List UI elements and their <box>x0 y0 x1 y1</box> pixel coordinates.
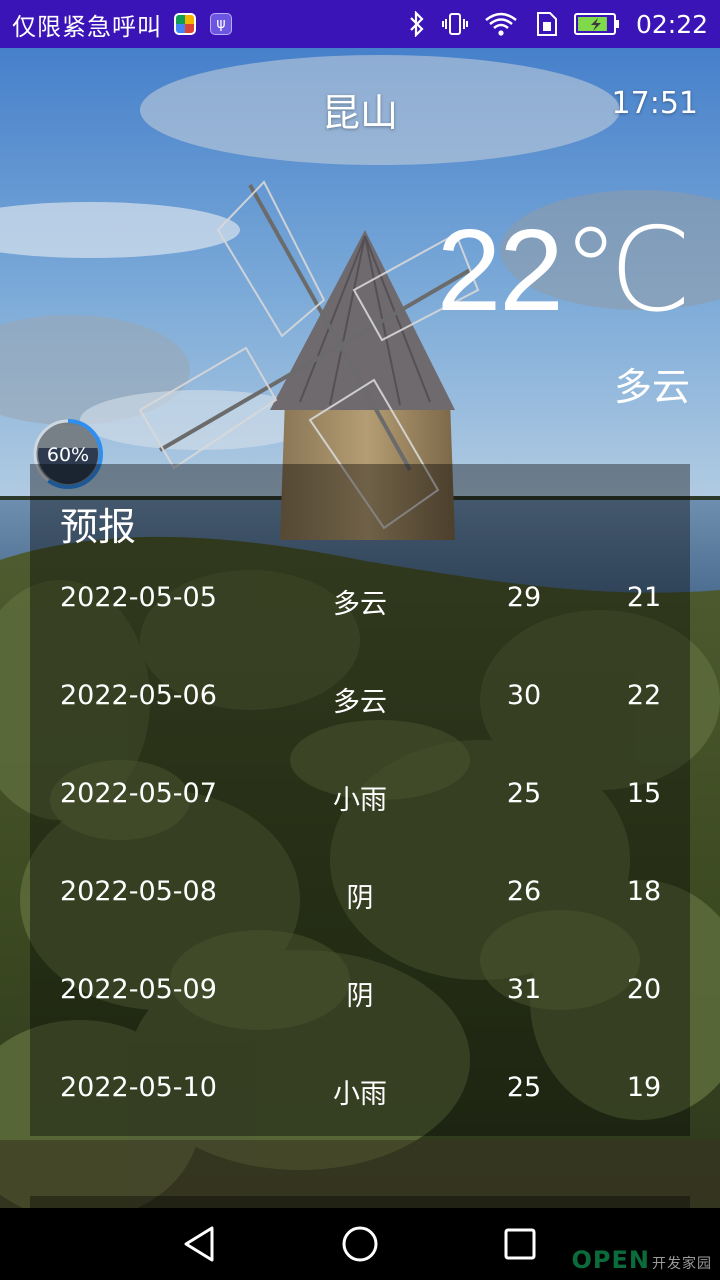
watermark-text: OPEN <box>571 1246 650 1274</box>
back-icon[interactable] <box>180 1224 220 1264</box>
recents-icon[interactable] <box>500 1224 540 1264</box>
forecast-panel: 预报 2022-05-05 多云 29 21 2022-05-06 多云 30 … <box>30 464 690 1136</box>
forecast-low: 19 <box>626 1072 662 1103</box>
status-clock: 02:22 <box>635 9 708 39</box>
forecast-title: 预报 <box>60 505 137 549</box>
forecast-low: 21 <box>626 582 662 613</box>
forecast-high: 30 <box>506 680 542 711</box>
watermark-subtext: 开发家园 <box>652 1256 712 1272</box>
forecast-high: 29 <box>506 582 542 613</box>
sim-card-icon <box>536 12 557 36</box>
home-icon[interactable] <box>340 1224 380 1264</box>
forecast-row: 2022-05-09 阴 31 20 <box>30 974 690 1072</box>
forecast-date: 2022-05-09 <box>60 974 217 1005</box>
forecast-date: 2022-05-08 <box>60 876 217 907</box>
forecast-condition: 阴 <box>346 883 374 914</box>
watermark-logo: OPEN 开发家园 <box>572 1246 712 1274</box>
forecast-low: 20 <box>626 974 662 1005</box>
battery-charging-icon <box>573 13 619 35</box>
forecast-date: 2022-05-06 <box>60 680 217 711</box>
forecast-row: 2022-05-07 小雨 25 15 <box>30 778 690 876</box>
current-condition: 多云 <box>613 365 690 409</box>
next-panel-edge <box>30 1196 690 1208</box>
wifi-icon <box>485 12 517 36</box>
status-bar: 仅限紧急呼叫 ψ 02:22 <box>0 0 720 48</box>
forecast-low: 18 <box>626 876 662 907</box>
photos-app-icon <box>174 13 196 35</box>
forecast-date: 2022-05-05 <box>60 582 217 613</box>
forecast-high: 26 <box>506 876 542 907</box>
usb-icon: ψ <box>210 13 232 35</box>
forecast-condition: 小雨 <box>333 1079 387 1110</box>
weather-app-screen: 仅限紧急呼叫 ψ 02:22 昆山 17:51 22℃ 多云 60% 预报 20… <box>0 0 720 1280</box>
forecast-high: 31 <box>506 974 542 1005</box>
forecast-condition: 小雨 <box>333 785 387 816</box>
forecast-row: 2022-05-05 多云 29 21 <box>30 582 690 680</box>
forecast-high: 25 <box>506 778 542 809</box>
progress-label: 60% <box>46 444 90 466</box>
forecast-condition: 多云 <box>333 687 387 718</box>
forecast-row: 2022-05-10 小雨 25 19 <box>30 1072 690 1170</box>
forecast-low: 22 <box>626 680 662 711</box>
vibrate-icon <box>441 13 468 35</box>
forecast-high: 25 <box>506 1072 542 1103</box>
forecast-date: 2022-05-07 <box>60 778 217 809</box>
forecast-row: 2022-05-06 多云 30 22 <box>30 680 690 778</box>
forecast-condition: 阴 <box>346 981 374 1012</box>
update-time: 17:51 <box>611 86 698 121</box>
forecast-date: 2022-05-10 <box>60 1072 217 1103</box>
forecast-row: 2022-05-08 阴 26 18 <box>30 876 690 974</box>
bluetooth-icon <box>410 11 424 37</box>
forecast-condition: 多云 <box>333 589 387 620</box>
forecast-low: 15 <box>626 778 662 809</box>
carrier-status: 仅限紧急呼叫 <box>12 12 162 41</box>
current-temperature: 22℃ <box>436 205 692 335</box>
status-icons: 02:22 <box>408 10 708 39</box>
